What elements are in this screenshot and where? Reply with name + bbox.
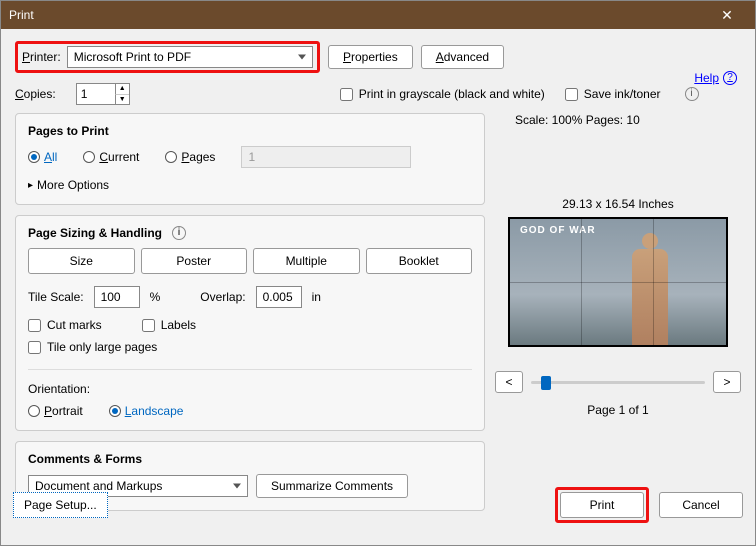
titlebar: Print ✕ xyxy=(1,1,755,29)
size-tab[interactable]: Size xyxy=(28,248,135,274)
printer-highlight: Printer: Microsoft Print to PDF xyxy=(15,41,320,73)
radio-landscape[interactable]: Landscape xyxy=(109,404,184,418)
overlap-input[interactable] xyxy=(256,286,302,308)
printer-value: Microsoft Print to PDF xyxy=(74,50,191,64)
tilescale-unit: % xyxy=(150,290,161,304)
print-highlight: Print xyxy=(555,487,649,523)
sizing-heading: Page Sizing & Handling i xyxy=(28,226,472,240)
cancel-button[interactable]: Cancel xyxy=(659,492,743,518)
grayscale-box[interactable] xyxy=(340,88,353,101)
radio-portrait[interactable]: Portrait xyxy=(28,404,83,418)
printer-dropdown[interactable]: Microsoft Print to PDF xyxy=(67,46,313,68)
properties-button[interactable]: Properties xyxy=(328,45,413,69)
tileonly-checkbox[interactable]: Tile only large pages xyxy=(28,340,157,354)
comments-heading: Comments & Forms xyxy=(28,452,472,466)
tilescale-input[interactable] xyxy=(94,286,140,308)
overlap-label: Overlap: xyxy=(200,290,245,304)
preview-frame: GOD OF WAR xyxy=(508,217,728,347)
pages-panel: Pages to Print All Current Pages More Op… xyxy=(15,113,485,205)
labels-checkbox[interactable]: Labels xyxy=(142,318,196,332)
window-title: Print xyxy=(9,8,707,22)
grayscale-checkbox[interactable]: Print in grayscale (black and white) xyxy=(340,87,545,101)
page-counter: Page 1 of 1 xyxy=(495,403,741,417)
preview-figure xyxy=(632,249,668,345)
scale-info: Scale: 100% Pages: 10 xyxy=(515,113,741,127)
advanced-button[interactable]: Advanced xyxy=(421,45,504,69)
help-label: Help xyxy=(694,71,719,85)
copies-spinner[interactable]: ▲ ▼ xyxy=(76,83,130,105)
more-options-toggle[interactable]: More Options xyxy=(28,178,472,192)
close-icon[interactable]: ✕ xyxy=(707,7,747,24)
multiple-tab[interactable]: Multiple xyxy=(253,248,360,274)
orientation-label: Orientation: xyxy=(28,382,472,396)
page-setup-button[interactable]: Page Setup... xyxy=(13,492,108,518)
saveink-checkbox[interactable]: Save ink/toner xyxy=(565,87,661,101)
cutmarks-checkbox[interactable]: Cut marks xyxy=(28,318,102,332)
booklet-tab[interactable]: Booklet xyxy=(366,248,473,274)
grayscale-label: Print in grayscale (black and white) xyxy=(359,87,545,101)
info-icon[interactable]: i xyxy=(685,87,699,101)
dimensions-info: 29.13 x 16.54 Inches xyxy=(495,197,741,211)
preview-logo: GOD OF WAR xyxy=(520,225,596,236)
pages-heading: Pages to Print xyxy=(28,124,472,138)
copies-down-icon[interactable]: ▼ xyxy=(115,95,129,105)
sizing-panel: Page Sizing & Handling i Size Poster Mul… xyxy=(15,215,485,431)
printer-label: Printer: xyxy=(22,50,61,64)
zoom-slider[interactable] xyxy=(531,381,705,384)
radio-all[interactable]: All xyxy=(28,150,57,164)
next-page-button[interactable]: > xyxy=(713,371,741,393)
prev-page-button[interactable]: < xyxy=(495,371,523,393)
copies-up-icon[interactable]: ▲ xyxy=(115,84,129,95)
saveink-box[interactable] xyxy=(565,88,578,101)
help-icon: ? xyxy=(723,71,737,85)
copies-label: Copies: xyxy=(15,87,56,101)
copies-input[interactable] xyxy=(77,84,115,104)
overlap-unit: in xyxy=(312,290,321,304)
sizing-info-icon[interactable]: i xyxy=(172,226,186,240)
saveink-label: Save ink/toner xyxy=(584,87,661,101)
poster-tab[interactable]: Poster xyxy=(141,248,248,274)
help-link[interactable]: Help ? xyxy=(694,71,737,85)
radio-pages[interactable]: Pages xyxy=(165,150,215,164)
pages-range-input xyxy=(241,146,411,168)
tilescale-label: Tile Scale: xyxy=(28,290,84,304)
print-button[interactable]: Print xyxy=(560,492,644,518)
radio-current[interactable]: Current xyxy=(83,150,139,164)
slider-thumb[interactable] xyxy=(541,376,551,390)
